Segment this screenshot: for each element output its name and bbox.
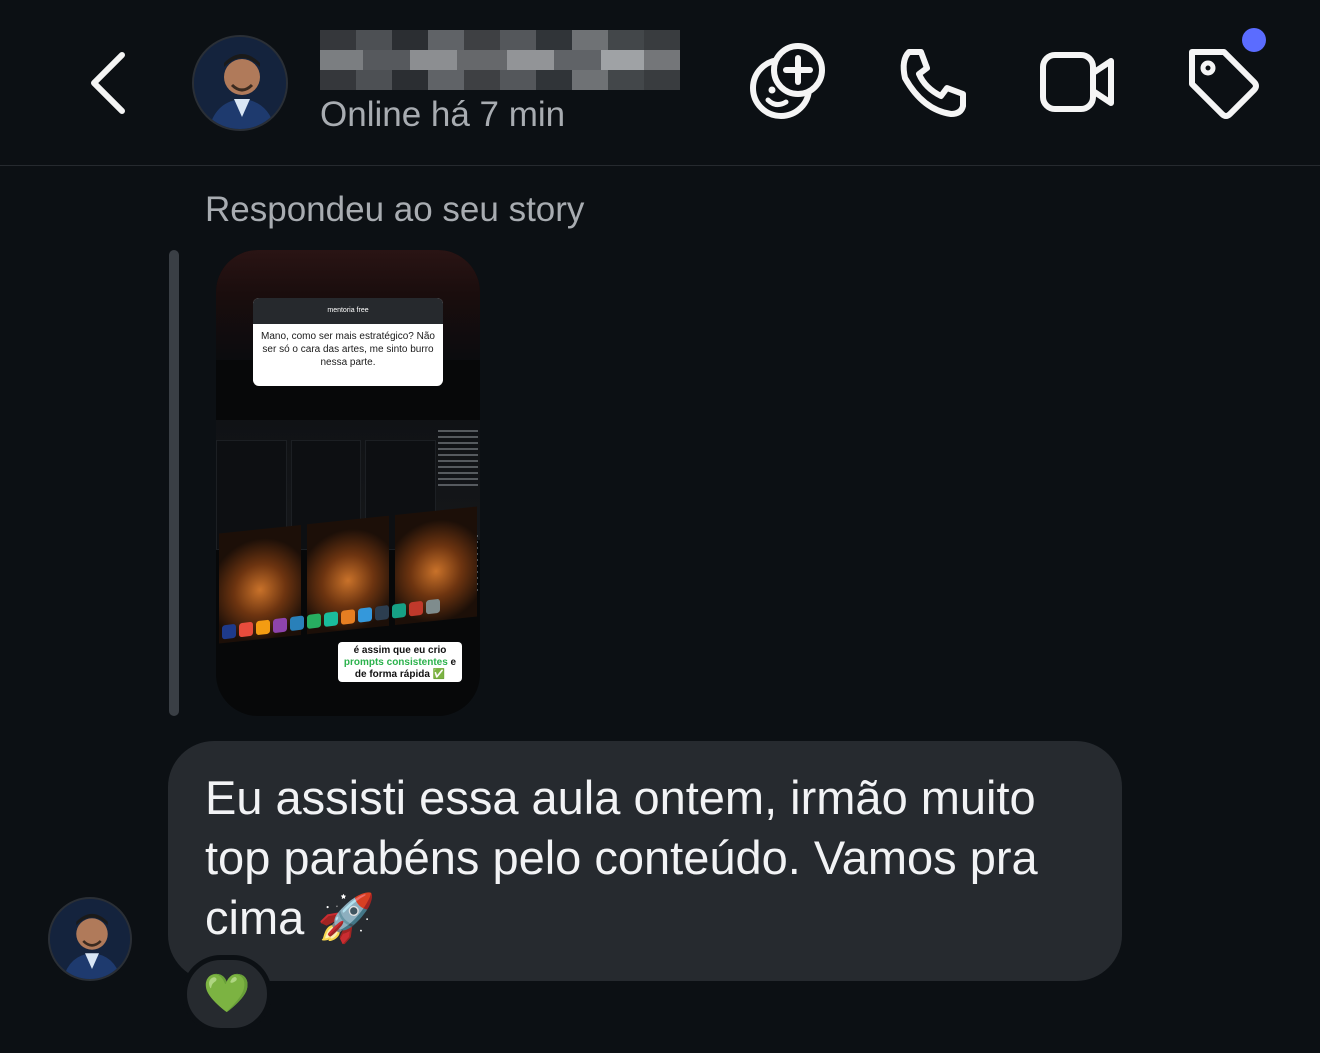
voice-call-button[interactable] — [893, 42, 973, 122]
question-text: Mano, como ser mais estratégico? Não ser… — [261, 331, 435, 368]
question-title: mentoria free — [253, 298, 443, 324]
story-side-text — [438, 430, 478, 490]
story-reply-label: Respondeu ao seu story — [205, 190, 585, 229]
caption-and: e — [447, 657, 457, 668]
label-button[interactable] — [1182, 42, 1262, 122]
chat-header: Online há 7 min — [0, 0, 1320, 166]
back-button[interactable] — [80, 48, 136, 118]
notification-dot — [1242, 28, 1266, 52]
question-sticker: mentoria free Mano, como ser mais estrat… — [253, 298, 443, 386]
phone-icon — [900, 49, 966, 117]
sticker-add-button[interactable] — [748, 42, 828, 122]
story-preview[interactable]: mentoria free Mano, como ser mais estrat… — [216, 250, 480, 716]
message-text: Eu assisti essa aula ontem, irmão muito … — [205, 771, 1038, 944]
tag-icon — [1189, 49, 1259, 119]
video-icon — [1040, 52, 1114, 112]
reply-indicator-bar — [169, 250, 179, 716]
caption-line-2: prompts consistentes e — [338, 657, 462, 669]
contact-avatar[interactable] — [192, 35, 288, 131]
sticker-add-icon — [750, 43, 825, 119]
caption-highlight: prompts consistentes — [343, 657, 448, 668]
online-status: Online há 7 min — [320, 95, 566, 134]
caption-line-1: é assim que eu crio — [353, 645, 447, 656]
chevron-left-icon — [91, 52, 125, 114]
story-caption: é assim que eu crio prompts consistentes… — [338, 642, 462, 682]
message-reaction[interactable]: 💚 — [182, 955, 272, 1033]
contact-name-blurred[interactable] — [320, 30, 680, 90]
avatar-image — [194, 37, 286, 129]
caption-line-3: de forma rápida ✅ — [354, 669, 446, 680]
green-heart-emoji: 💚 — [203, 973, 251, 1015]
sender-avatar[interactable] — [48, 897, 132, 981]
video-call-button[interactable] — [1037, 42, 1117, 122]
avatar-image — [50, 899, 130, 979]
